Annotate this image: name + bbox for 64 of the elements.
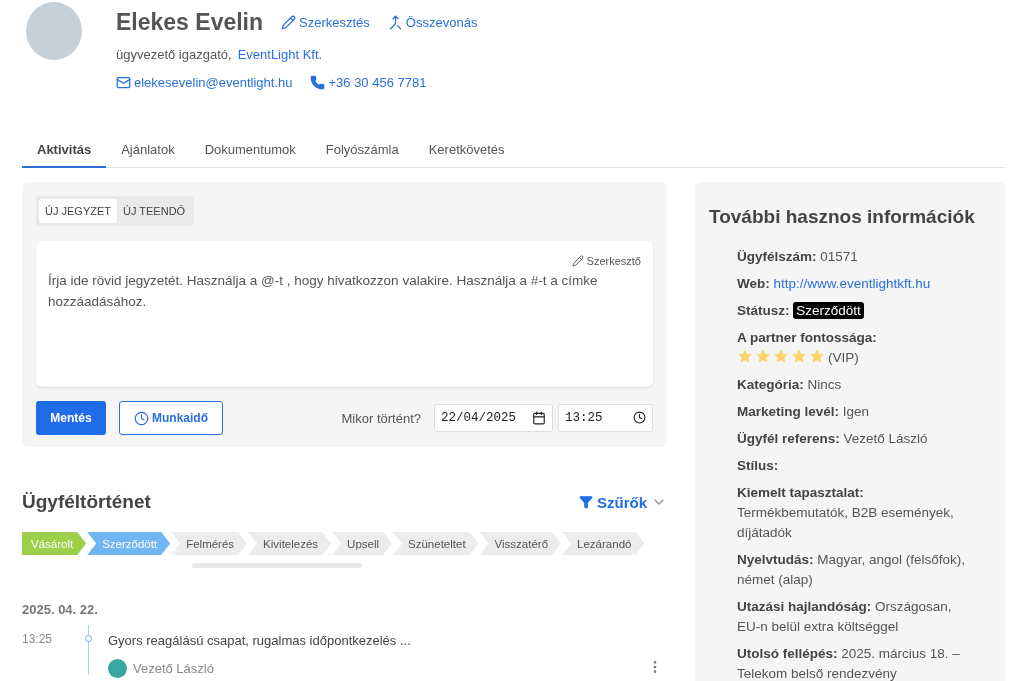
note-type-option[interactable]: ÚJ JEGYZET <box>39 199 117 223</box>
info-entry: Stílus: <box>737 457 780 475</box>
info-entry: Ügyfél referens: Vezető László <box>737 430 929 448</box>
pipeline-stage[interactable]: Kivitelezés <box>248 532 332 555</box>
pencil-icon <box>571 255 584 267</box>
clock-icon <box>134 410 149 426</box>
tab[interactable]: Ajánlatok <box>106 134 190 168</box>
tab[interactable]: Keretkövetés <box>413 134 520 168</box>
filter-button[interactable]: Szűrők <box>579 493 667 511</box>
merge-link[interactable]: Összevonás <box>387 14 478 30</box>
info-entry: Marketing levél: Igen <box>737 403 871 421</box>
calendar-icon[interactable] <box>532 411 546 425</box>
pipeline-stage[interactable]: Upsell <box>332 532 393 555</box>
when-label: Mikor történt? <box>341 410 421 426</box>
author-name: Vezető László <box>133 661 214 676</box>
email-link[interactable]: elekesevelin@eventlight.hu <box>116 74 293 90</box>
editor-link[interactable]: Szerkesztő <box>571 255 641 267</box>
rating-note: (VIP) <box>828 350 859 365</box>
filter-icon <box>579 495 593 509</box>
star-icon <box>773 348 789 364</box>
company-link[interactable]: EventLight Kft. <box>237 46 323 62</box>
panel-title: További hasznos információk <box>709 206 976 228</box>
entry-time: 13:25 <box>22 631 54 648</box>
time-field[interactable]: 13:25 <box>558 404 653 432</box>
star-icon <box>809 348 825 364</box>
section-title: Ügyféltörténet <box>22 491 151 513</box>
info-entry: Kategória: Nincs <box>737 376 843 394</box>
save-button[interactable]: Mentés <box>36 401 106 435</box>
author-avatar <box>108 659 127 678</box>
pipeline-stage[interactable]: Lezárandó <box>562 532 645 555</box>
tab[interactable]: Folyószámla <box>310 134 414 168</box>
pipeline-stage[interactable]: Felmérés <box>171 532 248 555</box>
info-label: Web: <box>737 276 770 291</box>
info-label: Státusz: <box>737 303 790 318</box>
info-entry: Ügyfélszám: 01571 <box>737 248 859 266</box>
info-entry: Kiemelt tapasztalat: Termékbemutatók, B2B események, díjátadók <box>737 484 955 542</box>
star-icon <box>737 348 753 364</box>
edit-link[interactable]: Szerkesztés <box>281 14 370 30</box>
entry-text: Gyors reagálású csapat, rugalmas időpontkezelés ... <box>108 633 411 648</box>
day-date: 2025. 04. 22. <box>22 602 99 617</box>
merge-icon <box>387 14 403 30</box>
contact-name: Elekes Evelin <box>116 8 264 36</box>
info-entry: Nyelvtudás: Magyar, angol (felsőfok), német (alap) <box>737 551 967 589</box>
worktime-button[interactable]: Munkaidő <box>119 401 223 435</box>
avatar <box>26 2 82 60</box>
pipeline-stage[interactable]: Visszatérő <box>479 532 562 555</box>
info-entry: Utazási hajlandóság: Országosan, EU-n belül extra költséggel <box>737 598 953 636</box>
phone-icon <box>310 74 326 90</box>
info-label: A partner fontossága: <box>737 330 877 345</box>
pipeline-stage[interactable]: Szüneteltet <box>393 532 479 555</box>
phone-link[interactable]: +36 30 456 7781 <box>310 74 427 90</box>
tab[interactable]: Aktivitás <box>22 134 107 168</box>
star-icon <box>791 348 807 364</box>
clock-icon[interactable] <box>633 411 646 424</box>
note-type-option[interactable]: ÚJ TEENDŐ <box>117 199 192 223</box>
website-link[interactable]: http://www.eventlightkft.hu <box>773 276 931 291</box>
mail-icon <box>116 74 131 90</box>
pencil-icon <box>281 14 297 30</box>
star-icon <box>755 348 771 364</box>
tab[interactable]: Dokumentumok <box>189 134 311 168</box>
info-entry: Utolsó fellépés: 2025. március 18. – Telekom belső rendezvény <box>737 645 961 681</box>
job-title: ügyvezető igazgató, <box>116 46 232 62</box>
status-badge: Szerződött <box>793 302 864 319</box>
date-field[interactable]: 22/04/2025 <box>434 404 553 432</box>
